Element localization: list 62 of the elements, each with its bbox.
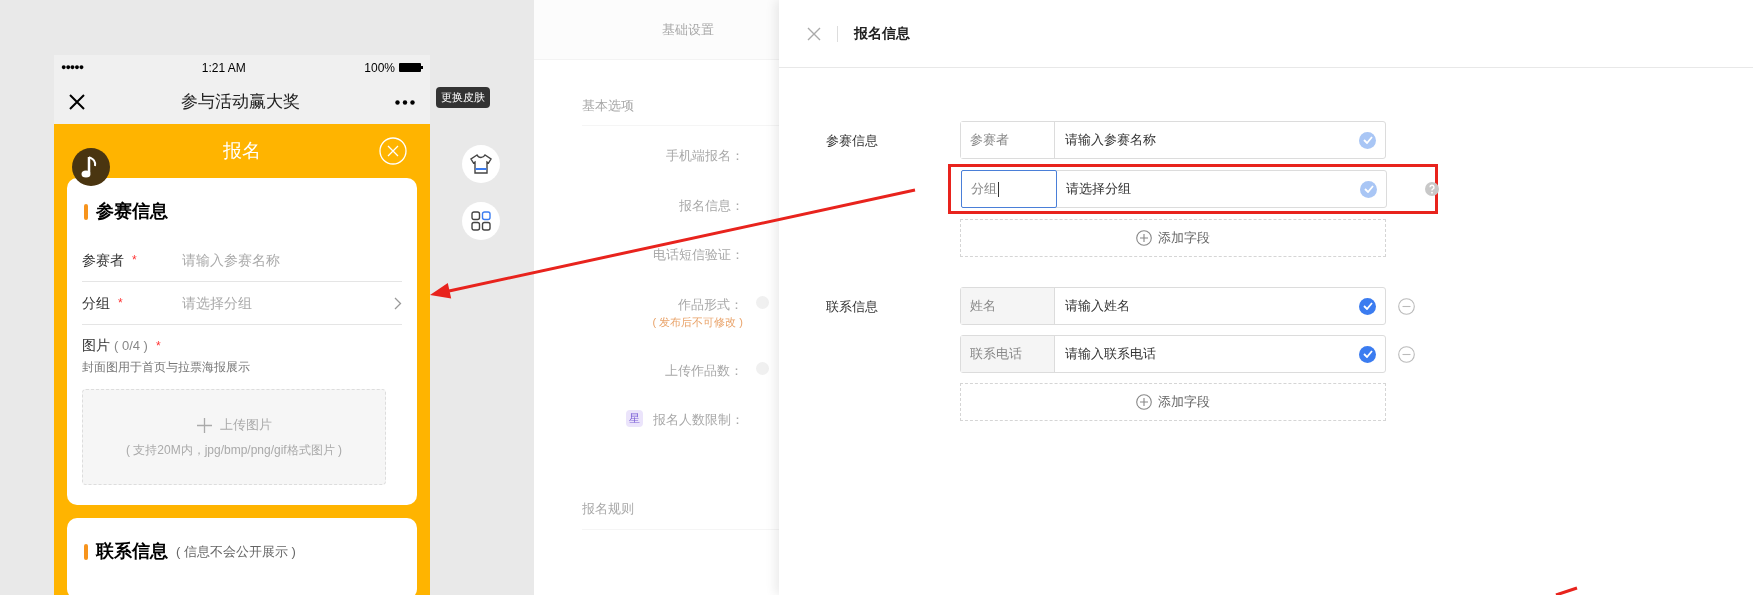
check-icon [1362, 302, 1373, 310]
setting-label: 报名人数限制： [653, 411, 744, 429]
shirt-icon [470, 154, 492, 174]
text-field[interactable]: 联系电话 请输入联系电话 [960, 335, 1386, 373]
grid-icon [471, 211, 491, 231]
setting-label: 上传作品数： [665, 361, 743, 380]
checkbox[interactable] [1359, 345, 1376, 363]
check-icon [1362, 350, 1373, 358]
input-field[interactable]: 请输入参赛名称 [182, 249, 402, 271]
field-name-input[interactable]: 联系电话 [961, 336, 1055, 372]
add-field-button[interactable]: 添加字段 [960, 219, 1386, 257]
plus-circle-icon [1136, 394, 1152, 410]
group-title: 基本选项 [582, 96, 634, 115]
form-title: 报名 [223, 138, 261, 163]
image-count: ( 0/4 ) [114, 336, 148, 355]
upload-label: 上传图片 [219, 416, 272, 435]
setting-label: 作品形式： [678, 295, 743, 314]
tooltip: 更换皮肤 [436, 87, 490, 108]
section-label: 联系信息 [825, 298, 879, 316]
plus-icon [196, 417, 212, 433]
more-icon[interactable] [395, 99, 415, 105]
field-label: 分组 [82, 293, 110, 313]
battery-percent: 100% [364, 59, 395, 77]
required-mark: * [155, 337, 161, 355]
field-value: 请输入参赛名称 [1065, 131, 1156, 150]
field-value: 请选择分组 [1066, 180, 1131, 199]
field-hint: 封面图用于首页与拉票海报展示 [82, 359, 251, 376]
add-field-button[interactable]: 添加字段 [960, 383, 1386, 421]
page-title: 参与活动赢大奖 [180, 91, 300, 114]
check-icon [1363, 185, 1374, 193]
input-field[interactable]: 请选择分组 [182, 292, 394, 314]
setting-note: ( 发布后不可修改 ) [652, 315, 743, 330]
field-label: 图片 [82, 336, 110, 355]
section-label: 参赛信息 [825, 132, 879, 150]
section-title: 联系信息 [96, 540, 168, 563]
section-title: 参赛信息 [96, 200, 168, 223]
layout-button[interactable] [462, 202, 500, 240]
field-name-input[interactable]: 姓名 [961, 288, 1055, 324]
setting-label: 电话短信验证： [653, 246, 744, 264]
setting-label: 手机端报名： [666, 147, 744, 165]
field-value: 请输入联系电话 [1065, 345, 1156, 364]
setting-label: 报名信息： [679, 196, 744, 215]
text-field[interactable]: 姓名 请输入姓名 [960, 287, 1386, 325]
chevron-right-icon [394, 296, 402, 310]
status-time: 1:21 AM [201, 59, 246, 77]
required-mark: * [118, 295, 123, 312]
level-badge: 星 [626, 410, 643, 427]
check-icon [1362, 136, 1373, 144]
signal-indicator: ●●●●● [61, 60, 84, 74]
drawer-title: 报名信息 [854, 24, 910, 43]
group-title: 报名规则 [582, 500, 634, 518]
section-note: ( 信息不会公开展示 ) [176, 542, 296, 561]
field-label: 参赛者 [82, 250, 124, 270]
field-value: 请输入姓名 [1065, 297, 1130, 316]
battery-icon [399, 63, 423, 72]
music-icon[interactable] [72, 148, 110, 186]
checkbox[interactable] [1359, 297, 1376, 315]
plus-circle-icon [1136, 230, 1152, 246]
required-mark: * [132, 252, 137, 269]
skin-button[interactable] [462, 145, 500, 183]
upload-hint: ( 支持20M内，jpg/bmp/png/gif格式图片 ) [125, 441, 343, 459]
close-icon[interactable] [69, 94, 85, 110]
